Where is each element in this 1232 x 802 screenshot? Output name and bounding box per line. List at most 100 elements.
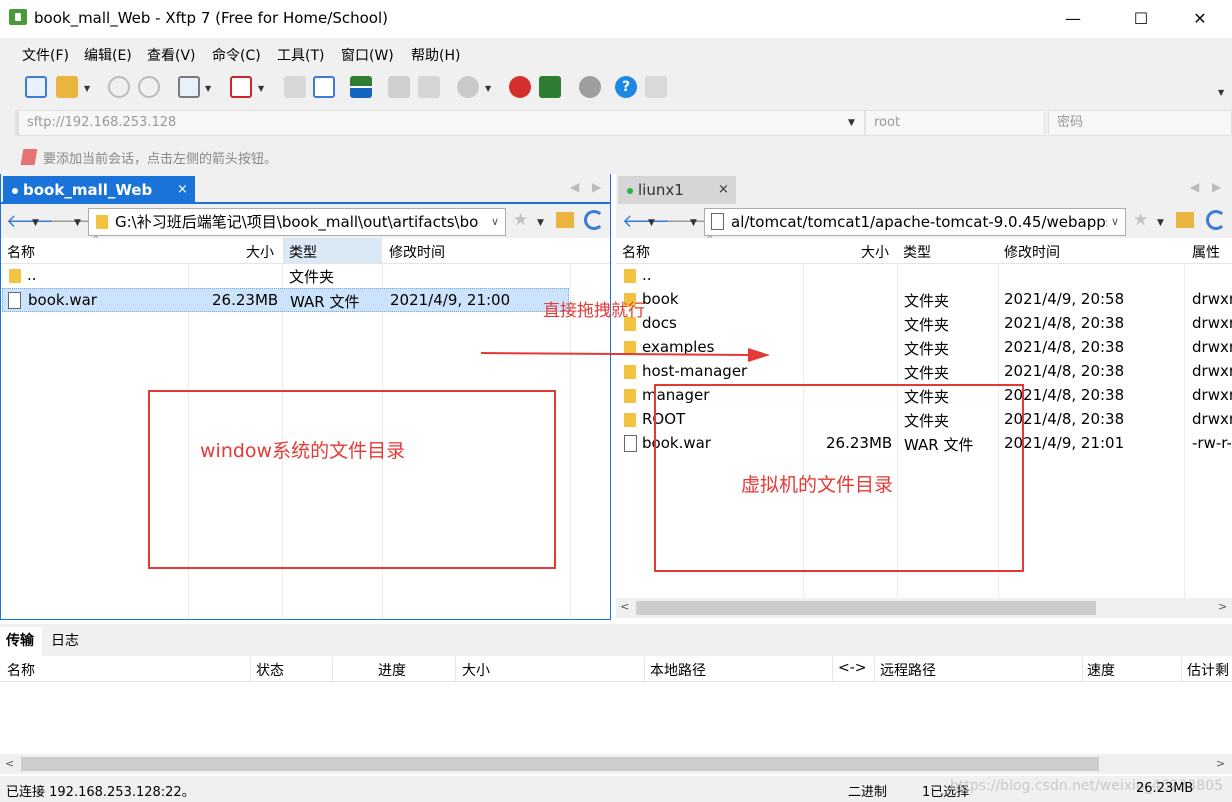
list-item[interactable]: docs 文件夹 2021/4/8, 20:38 drwxr [616,312,1232,336]
col-type[interactable]: 类型 [283,238,382,263]
back-icon[interactable]: 🡐 [6,211,54,232]
scroll-right-icon[interactable]: > [1218,600,1227,613]
close-tab-icon[interactable]: × [177,176,188,204]
col-transfer-status[interactable]: 状态 [256,660,284,680]
menu-edit[interactable]: 编辑(E) [84,45,132,65]
col-speed[interactable]: 速度 [1087,660,1115,680]
tab-prev-icon[interactable]: ◀ [570,180,579,194]
sync-icon[interactable] [350,76,372,98]
xftp-icon[interactable] [539,76,561,98]
scroll-left-icon[interactable]: < [5,757,14,770]
home-folder-icon[interactable] [556,212,574,228]
properties-dropdown-icon[interactable]: ▼ [205,84,211,93]
remote-hscrollbar[interactable]: < > [616,598,1232,618]
session-play-icon[interactable] [230,76,252,98]
tab-next-icon[interactable]: ▶ [1212,180,1221,194]
col-transfer-progress[interactable]: 进度 [378,660,406,680]
col-transfer-name[interactable]: 名称 [7,660,35,680]
path-dropdown-icon[interactable]: ∨ [491,209,499,235]
bookmark-dropdown-icon[interactable]: ▼ [1157,218,1164,228]
transfer-hscrollbar[interactable]: < > [0,754,1232,774]
transfer-mode[interactable]: 二进制 [848,781,887,800]
scroll-left-icon[interactable]: < [620,600,629,613]
col-direction[interactable]: <-> [838,660,867,676]
session-dropdown-icon[interactable]: ▼ [258,84,264,93]
menu-file[interactable]: 文件(F) [22,45,69,65]
col-attributes[interactable]: 属性 [1192,242,1220,262]
scroll-right-icon[interactable]: > [1216,757,1225,770]
file-icon [8,292,21,309]
tab-book-mall-web[interactable]: book_mall_Web × [3,176,195,204]
bookmark-star-icon[interactable]: ★ [513,210,528,230]
open-folder-icon[interactable] [56,76,78,98]
back-dropdown-icon[interactable]: ▼ [32,218,39,228]
encoding-dropdown-icon[interactable]: ▼ [485,84,491,93]
forward-dropdown-icon[interactable]: ▼ [690,218,697,228]
username-input[interactable]: root [865,110,1045,136]
menu-help[interactable]: 帮助(H) [411,45,460,65]
menu-tools[interactable]: 工具(T) [277,45,324,65]
col-modified[interactable]: 修改时间 [389,242,445,262]
host-dropdown-icon[interactable]: ▼ [848,118,855,128]
col-size[interactable]: 大小 [861,242,889,262]
transfer-icon[interactable] [313,76,335,98]
properties-icon[interactable] [178,76,200,98]
col-type[interactable]: 类型 [903,242,931,262]
xshell-icon[interactable] [509,76,531,98]
toolbar-overflow-icon[interactable]: ▼ [1218,88,1224,97]
new-session-icon[interactable] [25,76,47,98]
new-file-icon[interactable] [284,76,306,98]
open-dropdown-icon[interactable]: ▼ [84,84,90,93]
refresh-icon[interactable] [584,210,604,230]
help-icon[interactable]: ? [615,76,637,98]
gear-icon[interactable] [579,76,601,98]
scroll-thumb[interactable] [21,757,1099,771]
list-item[interactable]: .. [616,264,1232,288]
close-tab-icon[interactable]: × [718,176,729,204]
disconnect-icon[interactable] [138,76,160,98]
col-name[interactable]: 名称 [622,242,650,262]
remote-path-input[interactable]: al/tomcat/tomcat1/apache-tomcat-9.0.45/w… [704,208,1126,236]
copy-icon[interactable] [388,76,410,98]
tab-prev-icon[interactable]: ◀ [1190,180,1199,194]
forward-dropdown-icon[interactable]: ▼ [74,218,81,228]
connect-icon[interactable] [108,76,130,98]
bookmark-star-icon[interactable]: ★ [1133,210,1148,230]
menu-command[interactable]: 命令(C) [212,45,261,65]
back-dropdown-icon[interactable]: ▼ [648,218,655,228]
menu-view[interactable]: 查看(V) [147,45,196,65]
col-size[interactable]: 大小 [246,242,274,262]
scroll-thumb[interactable] [636,601,1096,615]
item-name: docs [642,314,677,332]
bookmark-dropdown-icon[interactable]: ▼ [537,218,544,228]
tab-next-icon[interactable]: ▶ [592,180,601,194]
tab-transfer[interactable]: 传输 [0,627,42,656]
col-modified[interactable]: 修改时间 [1004,242,1060,262]
path-dropdown-icon[interactable]: ∨ [1106,209,1119,235]
col-local-path[interactable]: 本地路径 [650,660,706,680]
col-eta[interactable]: 估计剩 [1187,660,1229,680]
close-button[interactable]: ✕ [1177,4,1223,34]
maximize-button[interactable]: ☐ [1118,4,1164,34]
col-remote-path[interactable]: 远程路径 [880,660,936,680]
back-icon[interactable]: 🡐 [622,211,670,232]
minimize-button[interactable]: — [1050,4,1096,34]
refresh-icon[interactable] [1206,210,1226,230]
menu-window[interactable]: 窗口(W) [341,45,394,65]
local-path-input[interactable]: G:\补习班后端笔记\项目\book_mall\out\artifacts\bo… [88,208,506,236]
tab-log[interactable]: 日志 [51,630,79,650]
list-item[interactable]: book 文件夹 2021/4/9, 20:58 drwxr [616,288,1232,312]
tab-liunx1[interactable]: liunx1 × [618,176,736,204]
list-item[interactable]: .. 文件夹 [0,264,611,288]
list-item[interactable]: book.war 26.23MB WAR 文件 2021/4/9, 21:00 [2,288,569,312]
col-transfer-size[interactable]: 大小 [462,660,490,680]
chat-icon[interactable] [645,76,667,98]
host-input[interactable]: sftp://192.168.253.128 [15,110,865,136]
col-name[interactable]: 名称 [7,242,35,262]
password-input[interactable]: 密码 [1048,110,1232,136]
encoding-icon[interactable] [457,76,479,98]
remote-column-header: 名称 ^ 大小 类型 修改时间 属性 [616,235,1232,264]
paste-icon[interactable] [418,76,440,98]
remote-tabstrip: liunx1 × ◀ ▶ [616,174,1232,204]
home-folder-icon[interactable] [1176,212,1194,228]
